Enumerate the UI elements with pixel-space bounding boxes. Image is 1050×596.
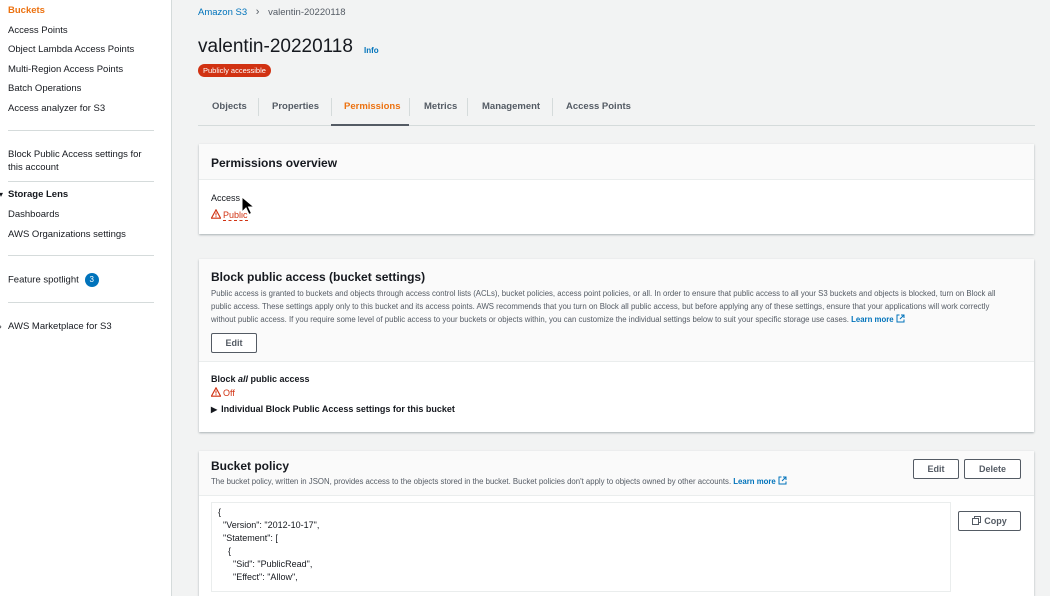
warning-icon (211, 209, 221, 219)
panel-title: Permissions overview (211, 156, 338, 170)
sidebar-divider (8, 302, 154, 303)
breadcrumb-current: valentin-20220118 (268, 7, 346, 18)
tab-permissions[interactable]: Permissions (331, 93, 409, 126)
description-text: The bucket policy, written in JSON, prov… (211, 477, 732, 486)
block-all-pre: Block (211, 374, 239, 384)
learn-more-link[interactable]: Learn more (851, 315, 893, 324)
description-line: without public access. If you require so… (211, 313, 1021, 326)
caret-right-icon: ▶ (211, 405, 218, 414)
caret-right-icon[interactable]: › (0, 322, 2, 331)
sidebar-item-label: this account (8, 162, 59, 173)
block-all-value: Off (223, 388, 235, 398)
sidebar-item-organizations[interactable]: AWS Organizations settings (8, 228, 126, 241)
access-label: Access (211, 193, 241, 203)
description-line: Public access is granted to buckets and … (211, 289, 996, 298)
json-line: "Sid": "PublicRead", (218, 559, 313, 569)
copy-label: Copy (984, 516, 1007, 526)
mouse-cursor-icon (241, 196, 255, 216)
sidebar-divider (8, 130, 154, 131)
panel-title: Bucket policy (211, 459, 290, 473)
json-line: "Version": "2012-10-17", (218, 520, 320, 530)
learn-more-link[interactable]: Learn more (733, 477, 775, 486)
block-public-access-panel: Block public access (bucket settings) Pu… (199, 259, 1034, 432)
page-title: valentin-20220118 (198, 36, 353, 57)
sidebar-item-dashboards[interactable]: Dashboards (8, 208, 59, 221)
copy-icon (972, 516, 982, 525)
description-text: without public access. If you require so… (211, 315, 849, 324)
sidebar-item-label: Block Public Access settings for (8, 149, 142, 160)
block-all-status: Off (211, 387, 235, 398)
policy-json-editor[interactable]: { "Version": "2012-10-17", "Statement": … (211, 502, 951, 592)
tab-properties[interactable]: Properties (272, 93, 319, 126)
warning-icon (211, 387, 221, 397)
sidebar-item-object-lambda[interactable]: Object Lambda Access Points (8, 43, 134, 56)
external-link-icon (896, 314, 905, 323)
json-line: { (218, 546, 232, 556)
sidebar: Buckets Access Points Object Lambda Acce… (0, 0, 172, 596)
sidebar-item-marketplace[interactable]: AWS Marketplace for S3 (8, 320, 112, 333)
copy-policy-button[interactable]: Copy (958, 511, 1021, 531)
tab-management[interactable]: Management (482, 93, 540, 126)
description-line: public access. These settings apply only… (211, 302, 990, 311)
feature-count-badge: 3 (84, 273, 99, 287)
bucket-policy-delete-button[interactable]: Delete (964, 459, 1021, 479)
bucket-policy-edit-button[interactable]: Edit (913, 459, 959, 479)
bucket-policy-description: The bucket policy, written in JSON, prov… (211, 475, 931, 488)
individual-settings-toggle[interactable]: ▶ Individual Block Public Access settings… (211, 404, 455, 414)
tab-objects[interactable]: Objects (212, 93, 247, 126)
block-all-post: public access (248, 374, 310, 384)
tab-divider (552, 98, 553, 116)
block-access-description: Public access is granted to buckets and … (211, 287, 1021, 326)
bucket-policy-panel: Bucket policy The bucket policy, written… (199, 451, 1034, 596)
tab-divider (409, 98, 410, 116)
tab-access-points[interactable]: Access Points (566, 93, 631, 126)
json-line: "Statement": [ (218, 533, 278, 543)
panel-header (199, 451, 1034, 496)
sidebar-divider (8, 255, 154, 256)
sidebar-item-block-public-access[interactable]: Block Public Access settings for this ac… (8, 148, 142, 174)
sidebar-divider (8, 181, 154, 182)
block-all-em: all (238, 374, 249, 384)
sidebar-item-feature-spotlight[interactable]: Feature spotlight 3 (8, 273, 99, 287)
individual-settings-label: Individual Block Public Access settings … (221, 404, 455, 414)
status-badge: Publicly accessible (198, 64, 271, 77)
panel-title: Block public access (bucket settings) (211, 270, 426, 284)
breadcrumb-amazon-s3[interactable]: Amazon S3 (198, 7, 247, 18)
breadcrumb: Amazon S3 › valentin-20220118 (198, 6, 346, 18)
tab-divider (258, 98, 259, 116)
block-all-label: Block all public access (211, 374, 310, 384)
external-link-icon (778, 476, 787, 485)
json-line: { (218, 507, 222, 517)
sidebar-item-access-points[interactable]: Access Points (8, 24, 68, 37)
sidebar-item-label: Feature spotlight (8, 274, 79, 286)
tab-metrics[interactable]: Metrics (424, 93, 457, 126)
sidebar-item-storage-lens[interactable]: Storage Lens (8, 188, 68, 201)
permissions-overview-panel: Permissions overview Access Public (199, 144, 1034, 234)
block-access-edit-button[interactable]: Edit (211, 333, 257, 353)
tab-bar: Objects Properties Permissions Metrics M… (198, 93, 1035, 126)
sidebar-item-access-analyzer[interactable]: Access analyzer for S3 (8, 102, 105, 115)
sidebar-item-buckets[interactable]: Buckets (8, 4, 45, 17)
info-link[interactable]: Info (364, 46, 379, 55)
caret-down-icon[interactable]: ▾ (0, 190, 3, 199)
chevron-right-icon: › (255, 6, 260, 18)
sidebar-item-batch-operations[interactable]: Batch Operations (8, 82, 81, 95)
sidebar-item-multi-region[interactable]: Multi-Region Access Points (8, 63, 123, 76)
json-line: "Effect": "Allow", (218, 572, 298, 582)
tab-divider (467, 98, 468, 116)
